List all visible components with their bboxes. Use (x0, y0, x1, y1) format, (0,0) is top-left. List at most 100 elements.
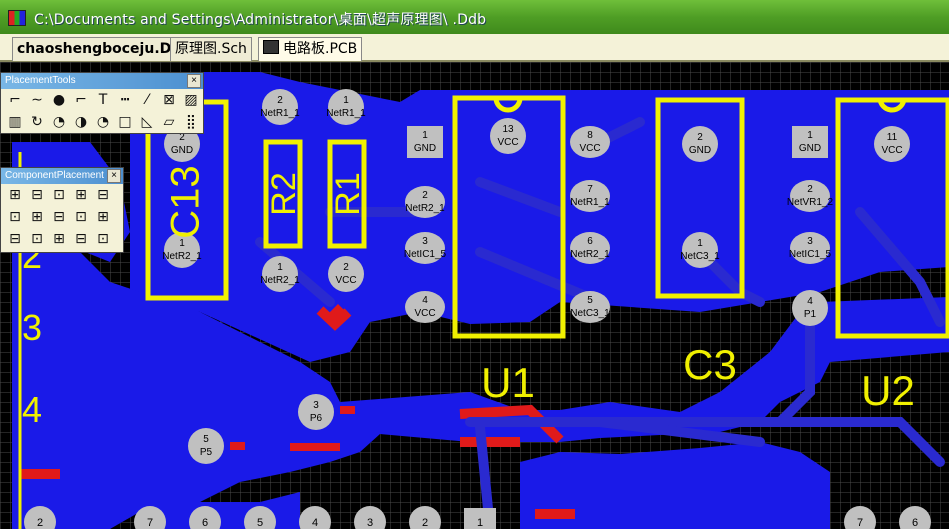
left-label: 4 (22, 389, 42, 430)
placement-tools-grid: ⌐ ∼ ● ⌐ T ┅ ⁄ ⊠ ▨ ▥ ↻ ◔ ◑ ◔ □ ◺ ▱ ⣿ (1, 89, 203, 133)
pad-number: 2 (807, 184, 813, 195)
tool-icon[interactable]: ◔ (49, 113, 69, 131)
pad-number: 7 (147, 517, 153, 529)
tool-icon[interactable]: ⊟ (49, 208, 69, 226)
component-placement-palette[interactable]: ComponentPlacement × ⊞ ⊟ ⊡ ⊞ ⊟ ⊡ ⊞ ⊟ ⊡ ⊞ ⊟ ⊡ ⊞ ⊟ ⊡ (0, 167, 124, 253)
tool-icon[interactable]: ⊡ (5, 208, 25, 226)
pad: 7 NetR1_1 (570, 180, 610, 212)
tool-icon[interactable]: ● (49, 91, 69, 109)
pad: 3P6 (298, 394, 334, 430)
pad-number: 5 (257, 517, 263, 529)
pad-number: 2 (343, 262, 349, 273)
pad-net: NetC3_1 (680, 251, 720, 262)
pad-number: 3 (422, 236, 428, 247)
tool-icon[interactable]: ⌐ (71, 91, 91, 109)
tool-icon[interactable]: ⊡ (71, 208, 91, 226)
pad-number: 11 (887, 132, 898, 143)
tool-icon[interactable]: ⣿ (181, 113, 201, 131)
pad-number: 8 (587, 130, 593, 141)
pad-net: NetVR1_2 (787, 197, 834, 208)
pad-net: NetC3_1 (570, 308, 610, 319)
tool-icon[interactable]: ⁄ (137, 91, 157, 109)
pad: 1 GND (407, 126, 443, 158)
tool-icon[interactable]: ◔ (93, 113, 113, 131)
tool-icon[interactable]: ⊞ (5, 186, 25, 204)
tool-icon[interactable]: T (93, 91, 113, 109)
close-icon[interactable]: × (107, 169, 121, 183)
pad-net: NetR1_1 (570, 197, 610, 208)
pad-net: P6 (310, 413, 323, 424)
pad-number: 1 (807, 130, 813, 141)
component-tools-grid: ⊞ ⊟ ⊡ ⊞ ⊟ ⊡ ⊞ ⊟ ⊡ ⊞ ⊟ ⊡ ⊞ ⊟ ⊡ (1, 184, 123, 252)
pad: 8 VCC (570, 126, 610, 158)
tool-icon[interactable]: ∼ (27, 91, 47, 109)
pad-number: 1 (477, 517, 483, 529)
pad-net: NetR2_1 (260, 275, 300, 286)
tool-icon[interactable]: □ (115, 113, 135, 131)
tool-icon[interactable]: ⊟ (71, 230, 91, 248)
pad-net: P1 (804, 309, 817, 320)
tab-ddb[interactable]: chaoshengboceju.Ddb (12, 37, 197, 61)
pad: 2 VCC (328, 256, 364, 292)
tool-icon[interactable]: ⌐ (5, 91, 25, 109)
pad-number: 1 (697, 238, 703, 249)
designator-text: C3 (683, 341, 737, 388)
pad-number: 3 (313, 400, 319, 411)
pad-number: 2 (422, 190, 428, 201)
pad-number: 6 (587, 236, 593, 247)
left-label: 3 (22, 307, 42, 348)
tool-icon[interactable]: ▨ (181, 91, 201, 109)
tool-icon[interactable]: ◺ (137, 113, 157, 131)
pad-number: 4 (807, 296, 813, 307)
tool-icon[interactable]: ⊞ (93, 208, 113, 226)
palette-header[interactable]: PlacementTools × (1, 73, 203, 89)
tool-icon[interactable]: ⊞ (49, 230, 69, 248)
tool-icon[interactable]: ⊟ (27, 186, 47, 204)
pad-net: NetR2_1 (162, 251, 202, 262)
tool-icon[interactable]: ⊞ (27, 208, 47, 226)
pad-net: NetR2_1 (570, 249, 610, 260)
tool-icon[interactable]: ◑ (71, 113, 91, 131)
tool-icon[interactable]: ▱ (159, 113, 179, 131)
pad: 6 NetR2_1 (570, 232, 610, 264)
tool-icon[interactable]: ⊞ (71, 186, 91, 204)
pad: 5P5 (188, 428, 224, 464)
tab-pcb[interactable]: 电路板.PCB (258, 37, 363, 61)
pad: 4 VCC (405, 291, 445, 323)
tab-label: 电路板.PCB (283, 41, 358, 57)
pad: 5 NetC3_1 (570, 291, 610, 323)
document-tabs: chaoshengboceju.Ddb 原理图.Sch 电路板.PCB (0, 34, 949, 62)
tool-icon[interactable]: ⊠ (159, 91, 179, 109)
tool-icon[interactable]: ▥ (5, 113, 25, 131)
pad-net: NetR1_1 (260, 108, 300, 119)
pad-net: VCC (579, 143, 600, 154)
tab-schematic[interactable]: 原理图.Sch (170, 37, 252, 61)
tool-icon[interactable]: ┅ (115, 91, 135, 109)
tool-icon[interactable]: ⊟ (93, 186, 113, 204)
tool-icon[interactable]: ⊡ (93, 230, 113, 248)
placement-tools-palette[interactable]: PlacementTools × ⌐ ∼ ● ⌐ T ┅ ⁄ ⊠ ▨ ▥ ↻ ◔ ◑ ◔ □ ◺ ▱ ⣿ (0, 72, 204, 134)
pad-number: 2 (277, 95, 283, 106)
pad-number: 4 (422, 295, 428, 306)
pad-net: NetR1_1 (326, 108, 366, 119)
pad-net: VCC (881, 145, 902, 156)
palette-header[interactable]: ComponentPlacement × (1, 168, 123, 184)
tool-icon[interactable]: ⊡ (27, 230, 47, 248)
pad-net: GND (414, 143, 436, 154)
pad-number: 7 (587, 184, 593, 195)
pad: 1 GND (792, 126, 828, 158)
pad-number: 7 (857, 517, 863, 529)
window-title-bar[interactable]: C:\Documents and Settings\Administrator\… (0, 0, 949, 34)
palette-title: ComponentPlacement (5, 170, 104, 181)
pad: 13 VCC (490, 118, 526, 154)
pad-net: VCC (414, 308, 435, 319)
designator-text: U1 (481, 359, 535, 406)
pad-number: 13 (502, 124, 514, 135)
close-icon[interactable]: × (187, 74, 201, 88)
pad-number: 5 (587, 295, 593, 306)
pad-net: VCC (497, 137, 518, 148)
tool-icon[interactable]: ⊡ (49, 186, 69, 204)
tool-icon[interactable]: ⊟ (5, 230, 25, 248)
pad-net: GND (689, 145, 711, 156)
tool-icon[interactable]: ↻ (27, 113, 47, 131)
